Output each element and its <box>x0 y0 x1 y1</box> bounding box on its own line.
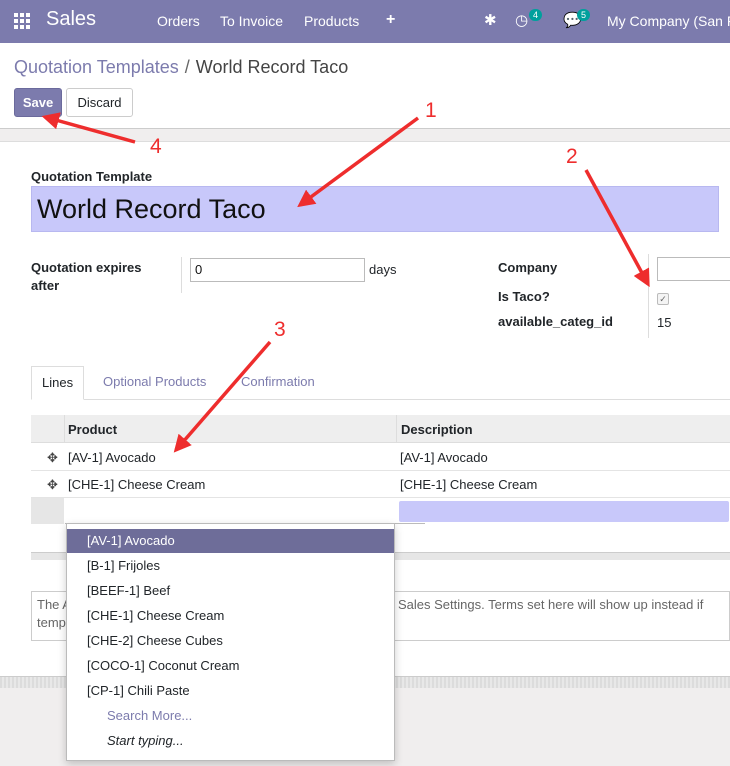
table-row[interactable]: ✥ [CHE-1] Cheese Cream [CHE-1] Cheese Cr… <box>31 471 730 498</box>
tab-confirmation[interactable]: Confirmation <box>231 366 325 400</box>
field-divider <box>181 257 182 293</box>
tab-lines[interactable]: Lines <box>31 366 85 400</box>
row-product[interactable]: [AV-1] Avocado <box>68 450 156 465</box>
dropdown-option[interactable]: [B-1] Frijoles <box>67 554 394 578</box>
notebook-tabs: Lines Optional Products Confirmation <box>31 366 730 400</box>
search-more-link[interactable]: Search More... <box>67 704 394 728</box>
is-taco-checkbox[interactable]: ✓ <box>657 293 669 305</box>
annotation-number-3: 3 <box>274 318 286 341</box>
table-row[interactable]: ✥ [AV-1] Avocado [AV-1] Avocado <box>31 444 730 471</box>
start-typing-hint: Start typing... <box>107 733 184 748</box>
expires-days-input[interactable]: 0 <box>190 258 365 282</box>
app-name[interactable]: Sales <box>46 8 96 31</box>
company-label: Company <box>498 260 558 275</box>
breadcrumb-current: World Record Taco <box>195 57 349 77</box>
note-text-line3: Sales Settings. Terms set here will show… <box>398 597 704 612</box>
dropdown-option[interactable]: [CHE-2] Cheese Cubes <box>67 629 394 653</box>
company-switcher[interactable]: My Company (San F <box>607 13 730 29</box>
annotation-number-4: 4 <box>150 135 162 158</box>
row-description[interactable]: [AV-1] Avocado <box>400 450 488 465</box>
activity-icon[interactable]: ◷ <box>515 11 528 29</box>
editing-row-handle <box>31 498 64 524</box>
categ-value: 15 <box>657 315 672 330</box>
breadcrumb: Quotation Templates / World Record Taco <box>14 57 348 78</box>
description-input[interactable] <box>399 501 729 522</box>
row-product[interactable]: [CHE-1] Cheese Cream <box>68 477 205 492</box>
activity-count-badge: 4 <box>529 9 543 21</box>
breadcrumb-parent[interactable]: Quotation Templates <box>14 57 179 77</box>
tab-optional-products[interactable]: Optional Products <box>93 366 216 400</box>
field-divider <box>648 254 649 338</box>
note-text-line2: temp <box>37 615 66 630</box>
column-product[interactable]: Product <box>68 422 117 437</box>
menu-products[interactable]: Products <box>304 13 359 29</box>
dropdown-option[interactable]: [COCO-1] Coconut Cream <box>67 654 394 678</box>
annotation-number-1: 1 <box>425 99 437 122</box>
expires-label-line1: Quotation expires <box>31 260 142 275</box>
menu-to-invoice[interactable]: To Invoice <box>220 13 283 29</box>
company-input[interactable] <box>657 257 730 281</box>
drag-handle-icon[interactable]: ✥ <box>47 477 58 493</box>
control-panel: Quotation Templates / World Record Taco Sa… <box>0 43 730 129</box>
dropdown-option[interactable]: [AV-1] Avocado <box>67 529 394 553</box>
menu-orders[interactable]: Orders <box>157 13 200 29</box>
expires-label-line2: after <box>31 278 60 293</box>
drag-handle-icon[interactable]: ✥ <box>47 450 58 466</box>
menu-add[interactable]: + <box>386 11 395 29</box>
dropdown-option[interactable]: [CHE-1] Cheese Cream <box>67 604 394 628</box>
template-name-input[interactable]: World Record Taco <box>31 186 719 232</box>
is-taco-label: Is Taco? <box>498 289 550 304</box>
product-autocomplete-dropdown: [AV-1] Avocado [B-1] Frijoles [BEEF-1] B… <box>66 523 395 761</box>
dropdown-option[interactable]: [CP-1] Chili Paste <box>67 679 394 703</box>
apps-menu-icon[interactable] <box>14 13 30 29</box>
column-description[interactable]: Description <box>401 422 473 437</box>
lines-table-header: Product Description <box>31 415 730 443</box>
dropdown-option[interactable]: [BEEF-1] Beef <box>67 579 394 603</box>
breadcrumb-separator: / <box>184 57 190 77</box>
debug-icon[interactable]: ✱ <box>484 11 497 29</box>
annotation-number-2: 2 <box>566 145 578 168</box>
messages-count-badge: 5 <box>577 9 591 21</box>
save-button[interactable]: Save <box>14 88 62 117</box>
categ-label: available_categ_id <box>498 314 613 329</box>
expires-unit: days <box>369 262 397 277</box>
product-select-input[interactable]: ▼ <box>65 498 425 524</box>
template-label: Quotation Template <box>31 169 153 184</box>
top-navbar: Sales Orders To Invoice Products + ✱ ◷ 4… <box>0 0 730 43</box>
row-description[interactable]: [CHE-1] Cheese Cream <box>400 477 537 492</box>
discard-button[interactable]: Discard <box>66 88 133 117</box>
editing-row: ▼ <box>31 498 730 524</box>
